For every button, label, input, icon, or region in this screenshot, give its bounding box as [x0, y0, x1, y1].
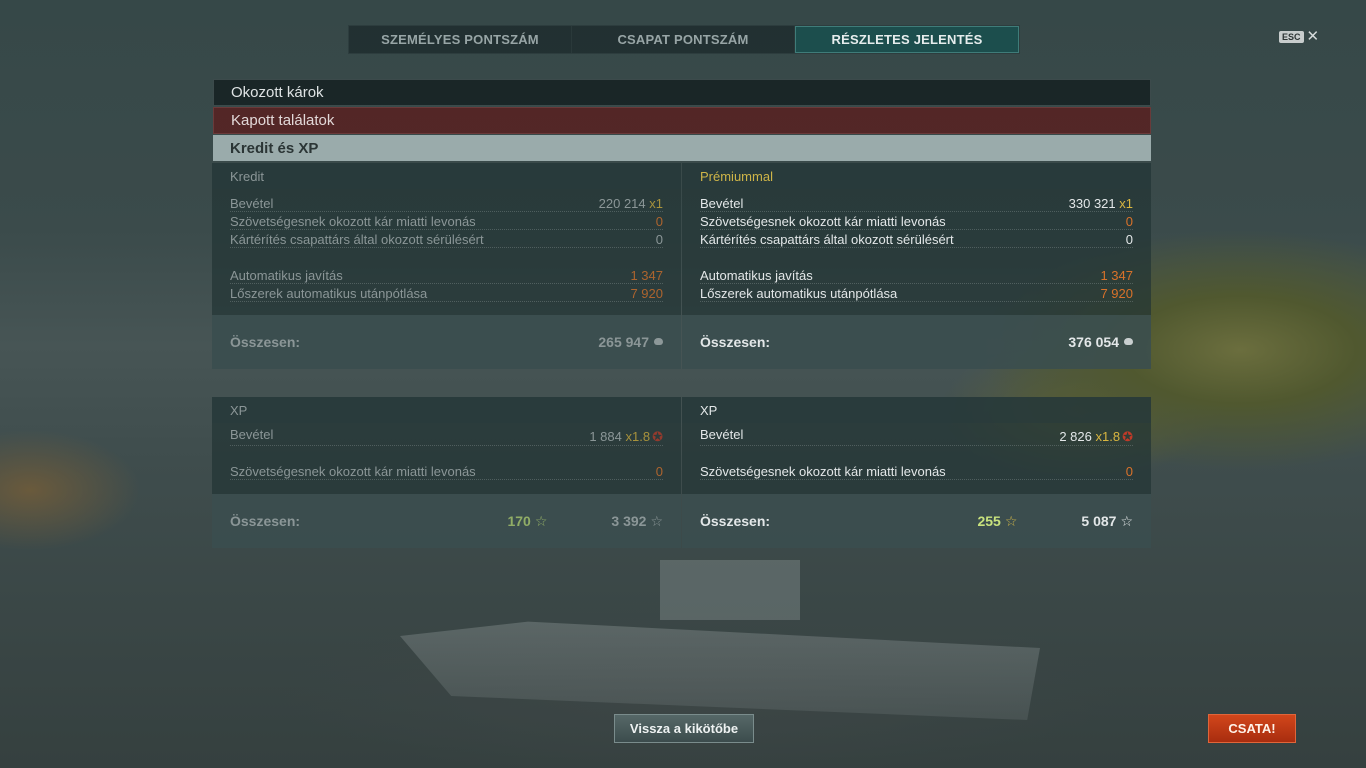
battle-button[interactable]: CSATA!: [1208, 714, 1296, 743]
row-value: 330 321 x1: [1068, 196, 1133, 211]
total-value: 5 087: [1081, 513, 1117, 529]
row-label: Szövetségesnek okozott kár miatti levoná…: [700, 214, 946, 229]
xp-panel-standard: XP Bevétel 1 884 x1.8 ✪ Szövetségesnek ok…: [212, 397, 681, 548]
xp-badge-icon: ✪: [1122, 429, 1133, 444]
credit-total-premium: Összesen: 376 054: [682, 315, 1151, 369]
row-label: Bevétel: [230, 196, 274, 211]
row-value: 7 920: [1100, 286, 1133, 301]
credit-coin-icon: [654, 337, 663, 345]
esc-close-button[interactable]: ESC ✕: [1279, 28, 1320, 45]
free-xp-star-icon: ☆: [1004, 512, 1018, 529]
xp-total-premium: Összesen: 255 ☆ 5 087 ☆: [682, 494, 1151, 548]
xp-star-icon: ☆: [1120, 512, 1133, 529]
total-value: 3 392: [611, 513, 647, 529]
credit-row-ally-damage: Szövetségesnek okozott kár miatti levoná…: [700, 213, 1133, 230]
row-label: Kártérítés csapattárs által okozott sérü…: [230, 232, 484, 247]
total-label: Összesen:: [700, 513, 771, 529]
panel-header: XP: [212, 397, 681, 423]
free-xp-value: 170: [507, 513, 531, 529]
xp-badge-icon: ✪: [652, 429, 663, 444]
panel-header: Prémiummal: [682, 163, 1151, 189]
xp-row-income: Bevétel 2 826 x1.8 ✪: [700, 427, 1133, 446]
credit-row-auto-repair: Automatikus javítás 1 347: [230, 267, 663, 284]
row-value: 7 920: [630, 286, 663, 301]
tab-detailed-report[interactable]: RÉSZLETES JELENTÉS: [795, 26, 1019, 53]
free-xp-value: 255: [977, 513, 1001, 529]
total-value: 265 947: [598, 334, 649, 350]
row-value: 220 214 x1: [598, 196, 663, 211]
xp-total-standard: Összesen: 170 ☆ 3 392 ☆: [212, 494, 681, 548]
panel-header: XP: [682, 397, 1151, 423]
report-tabs: SZEMÉLYES PONTSZÁM CSAPAT PONTSZÁM RÉSZL…: [348, 25, 1020, 54]
credit-total-standard: Összesen: 265 947: [212, 315, 681, 369]
esc-key-badge: ESC: [1279, 31, 1304, 43]
row-value: 1 347: [1100, 268, 1133, 283]
credit-row-auto-repair: Automatikus javítás 1 347: [700, 267, 1133, 284]
credit-panel-standard: Kredit Bevétel 220 214 x1 Szövetségesnek…: [212, 163, 681, 369]
tab-personal-score[interactable]: SZEMÉLYES PONTSZÁM: [349, 26, 572, 53]
row-label: Bevétel: [700, 196, 744, 211]
credit-row-compensation: Kártérítés csapattárs által okozott sérü…: [230, 231, 663, 248]
row-value: 0: [655, 214, 663, 229]
row-value: 0: [655, 464, 663, 479]
panel-header: Kredit: [212, 163, 681, 189]
row-value: 0: [1125, 214, 1133, 229]
row-value: 1 347: [630, 268, 663, 283]
credit-row-income: Bevétel 330 321 x1: [700, 195, 1133, 212]
row-value: 0: [1125, 232, 1133, 247]
xp-row-ally-damage: Szövetségesnek okozott kár miatti levoná…: [700, 463, 1133, 480]
row-label: Kártérítés csapattárs által okozott sérü…: [700, 232, 954, 247]
total-label: Összesen:: [230, 513, 301, 529]
row-value: 0: [1125, 464, 1133, 479]
total-label: Összesen:: [700, 334, 771, 350]
credit-row-auto-resupply: Lőszerek automatikus utánpótlása 7 920: [700, 285, 1133, 302]
row-value: 0: [655, 232, 663, 247]
total-label: Összesen:: [230, 334, 301, 350]
xp-row-ally-damage: Szövetségesnek okozott kár miatti levoná…: [230, 463, 663, 480]
row-label: Bevétel: [700, 427, 744, 442]
row-label: Szövetségesnek okozott kár miatti levoná…: [700, 464, 946, 479]
row-value: 2 826 x1.8 ✪: [1059, 429, 1133, 444]
free-xp-star-icon: ☆: [534, 512, 548, 529]
row-label: Automatikus javítás: [230, 268, 343, 283]
row-label: Lőszerek automatikus utánpótlása: [700, 286, 898, 301]
credit-row-ally-damage: Szövetségesnek okozott kár miatti levoná…: [230, 213, 663, 230]
background-ship-superstructure: [660, 560, 800, 620]
row-label: Lőszerek automatikus utánpótlása: [230, 286, 428, 301]
section-hits-received[interactable]: Kapott találatok: [213, 107, 1151, 134]
credit-panel-premium: Prémiummal Bevétel 330 321 x1 Szövetsége…: [682, 163, 1151, 369]
return-to-port-button[interactable]: Vissza a kikötőbe: [614, 714, 754, 743]
xp-star-icon: ☆: [650, 512, 663, 529]
row-label: Bevétel: [230, 427, 274, 442]
close-icon: ✕: [1306, 28, 1320, 45]
row-value: 1 884 x1.8 ✪: [589, 429, 663, 444]
credit-row-compensation: Kártérítés csapattárs által okozott sérü…: [700, 231, 1133, 248]
tab-team-score[interactable]: CSAPAT PONTSZÁM: [572, 26, 795, 53]
row-label: Szövetségesnek okozott kár miatti levoná…: [230, 464, 476, 479]
xp-row-income: Bevétel 1 884 x1.8 ✪: [230, 427, 663, 446]
section-damage-dealt[interactable]: Okozott károk: [213, 79, 1151, 106]
credit-row-income: Bevétel 220 214 x1: [230, 195, 663, 212]
section-credits-xp[interactable]: Kredit és XP: [213, 135, 1151, 161]
credit-coin-icon: [1124, 337, 1133, 345]
row-label: Automatikus javítás: [700, 268, 813, 283]
xp-panel-premium: XP Bevétel 2 826 x1.8 ✪ Szövetségesnek ok…: [682, 397, 1151, 548]
total-value: 376 054: [1068, 334, 1119, 350]
row-label: Szövetségesnek okozott kár miatti levoná…: [230, 214, 476, 229]
credit-row-auto-resupply: Lőszerek automatikus utánpótlása 7 920: [230, 285, 663, 302]
